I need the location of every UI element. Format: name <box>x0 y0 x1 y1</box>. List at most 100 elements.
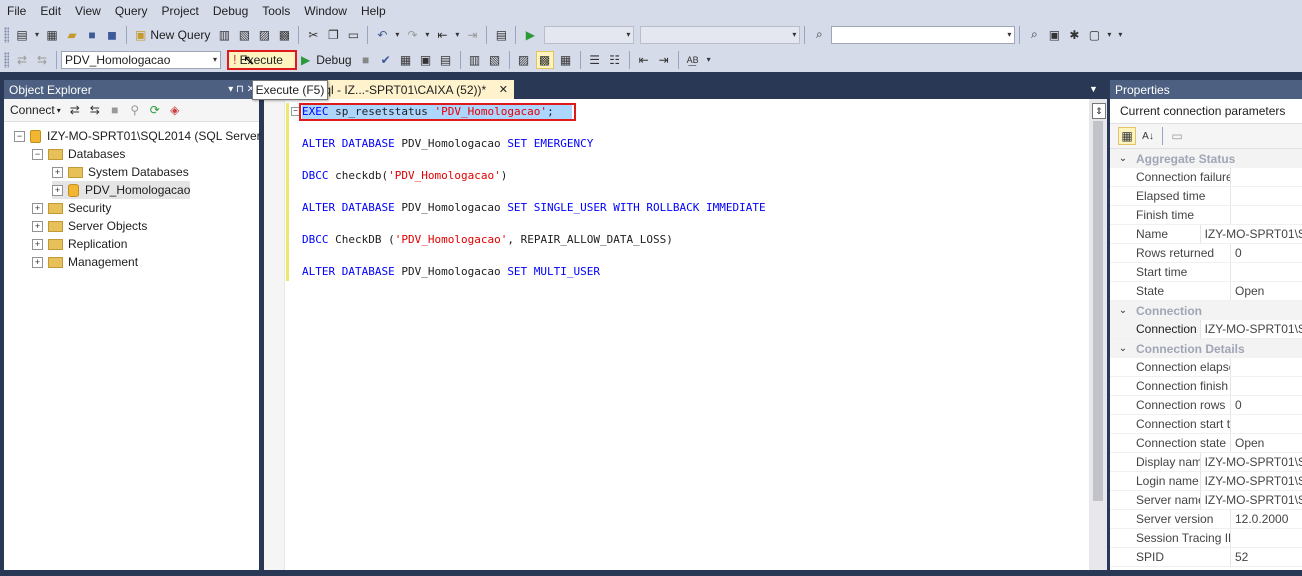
tree-node[interactable]: + Management <box>32 253 138 271</box>
property-value[interactable]: IZY-MO-SPRT01\SQL2014 <box>1201 227 1302 241</box>
available-databases-dropdown[interactable]: PDV_Homologacao ▾ <box>61 50 221 69</box>
redo-dropdown-icon[interactable]: ▾ <box>424 27 430 43</box>
property-row[interactable]: Server version 12.0.2000 <box>1110 510 1302 529</box>
find-in-files-icon[interactable]: ⌕ <box>811 27 827 43</box>
menu-view[interactable]: View <box>68 0 108 22</box>
menu-debug[interactable]: Debug <box>206 0 255 22</box>
property-row[interactable]: Login nameIZY-MO-SPRT01\SQL2014 <box>1110 472 1302 491</box>
query-document-tab[interactable]: .sql - IZ...-SPRT01\CAIXA (52))* ✕ <box>312 80 514 99</box>
property-value[interactable]: IZY-MO-SPRT01\SQL2014 <box>1201 474 1302 488</box>
expand-icon[interactable]: + <box>52 166 63 178</box>
property-category[interactable]: ⌄ Connection Details <box>1110 339 1302 358</box>
menu-file[interactable]: File <box>0 0 33 22</box>
property-row[interactable]: Connection elapsed <box>1110 358 1302 377</box>
xmla-query-icon[interactable]: ▩ <box>276 27 292 43</box>
chevron-down-icon[interactable]: ⌄ <box>1110 153 1136 164</box>
close-icon[interactable]: ✕ <box>499 83 508 96</box>
tree-node[interactable]: + Replication <box>32 235 127 253</box>
cut-icon[interactable]: ✂ <box>305 27 321 43</box>
expand-icon[interactable]: + <box>32 256 43 268</box>
property-row[interactable]: Finish time <box>1110 206 1302 225</box>
collapse-icon[interactable]: − <box>14 130 25 142</box>
property-row[interactable]: Session Tracing ID <box>1110 529 1302 548</box>
toolbar-grip[interactable] <box>4 51 9 68</box>
include-actual-plan-icon[interactable]: ▥ <box>467 52 483 68</box>
increase-indent-icon[interactable]: ⇥ <box>656 52 672 68</box>
expand-icon[interactable]: + <box>32 202 43 214</box>
save-icon[interactable]: ■ <box>84 27 100 43</box>
categorized-icon[interactable]: ▦ <box>1118 127 1136 145</box>
property-value[interactable]: Open <box>1231 284 1264 298</box>
property-row[interactable]: Connection state Open <box>1110 434 1302 453</box>
menu-tools[interactable]: Tools <box>255 0 297 22</box>
document-list-dropdown-icon[interactable]: ▼ <box>1089 84 1098 94</box>
disconnect-icon[interactable]: ⇆ <box>87 102 103 118</box>
tree-node[interactable]: + System Databases <box>52 163 189 181</box>
solution-config-dropdown[interactable]: ▾ <box>544 25 635 44</box>
comment-out-icon[interactable]: ☷ <box>607 52 623 68</box>
open-file-icon[interactable]: ▰ <box>64 27 80 43</box>
paste-icon[interactable]: ▭ <box>345 27 361 43</box>
tools-icon[interactable]: ✱ <box>1066 27 1082 43</box>
toolbar-options-icon[interactable]: ▾ <box>1116 27 1124 43</box>
tree-node[interactable]: + Server Objects <box>32 217 147 235</box>
registered-servers-icon[interactable]: ▣ <box>1046 27 1062 43</box>
property-row[interactable]: Display nameIZY-MO-SPRT01\SQL2014 <box>1110 453 1302 472</box>
cancel-query-icon[interactable]: ■ <box>358 52 374 68</box>
start-debugging-icon[interactable]: ▶ <box>522 27 538 43</box>
chevron-down-icon[interactable]: ⌄ <box>1110 343 1136 354</box>
property-value[interactable]: IZY-MO-SPRT01\SQL2014 <box>1201 455 1302 469</box>
database-engine-query-icon[interactable]: ▥ <box>216 27 232 43</box>
chevron-down-icon[interactable]: ⌄ <box>1110 305 1136 316</box>
property-row[interactable]: SPID 52 <box>1110 548 1302 567</box>
navigate-dropdown-icon[interactable]: ▾ <box>454 27 460 43</box>
activity-monitor-icon[interactable]: ◈ <box>167 102 183 118</box>
property-value[interactable]: 12.0.2000 <box>1231 512 1288 526</box>
property-value[interactable]: IZY-MO-SPRT01\SQL2014 <box>1201 322 1302 336</box>
property-pages-icon[interactable]: ▭ <box>1169 128 1185 144</box>
results-to-file-icon[interactable]: ☰ <box>587 52 603 68</box>
property-row[interactable]: Rows returned 0 <box>1110 244 1302 263</box>
new-query-button[interactable]: ▣ New Query <box>131 25 214 45</box>
navigate-forward-icon[interactable]: ⇥ <box>464 27 480 43</box>
scrollbar-thumb[interactable] <box>1093 121 1103 501</box>
results-to-grid-icon[interactable]: ▦ <box>558 52 574 68</box>
analysis-query-icon[interactable]: ▧ <box>236 27 252 43</box>
property-value[interactable]: 52 <box>1231 550 1248 564</box>
property-value[interactable]: Open <box>1231 436 1264 450</box>
execute-button[interactable]: ! Execute <box>227 49 297 70</box>
property-row[interactable]: Start time <box>1110 263 1302 282</box>
tree-node[interactable]: + PDV_Homologacao <box>52 181 191 199</box>
stop-icon[interactable]: ■ <box>107 102 123 118</box>
property-value[interactable]: 0 <box>1231 398 1242 412</box>
toolbar-options-icon[interactable]: ▾ <box>705 52 713 68</box>
property-row[interactable]: Connection finish <box>1110 377 1302 396</box>
find-icon[interactable]: ⌕ <box>1026 27 1042 43</box>
connect-button[interactable]: Connect ▾ <box>10 103 61 117</box>
client-statistics-icon[interactable]: ▨ <box>516 52 532 68</box>
find-combo[interactable]: ▾ <box>831 25 1016 44</box>
refresh-icon[interactable]: ⟳ <box>147 102 163 118</box>
copy-icon[interactable]: ❐ <box>325 27 341 43</box>
menu-help[interactable]: Help <box>354 0 393 22</box>
property-category[interactable]: ⌄ Connection <box>1110 301 1302 320</box>
intellisense-icon[interactable]: ▤ <box>438 52 454 68</box>
new-project-icon[interactable]: ▤ <box>14 27 30 43</box>
split-view-icon[interactable]: ⇕ <box>1092 103 1106 119</box>
solution-platform-dropdown[interactable]: ▾ <box>640 25 801 44</box>
window-icon[interactable]: ▢ <box>1086 27 1102 43</box>
navigate-back-icon[interactable]: ⇤ <box>434 27 450 43</box>
property-row[interactable]: Connection nameIZY-MO-SPRT01\SQL2014 <box>1110 320 1302 339</box>
expand-icon[interactable]: + <box>52 184 63 196</box>
display-estimated-plan-icon[interactable]: ▦ <box>398 52 414 68</box>
filter-icon[interactable]: ⚲ <box>127 102 143 118</box>
property-value[interactable]: IZY-MO-SPRT01\SQL2014 <box>1201 493 1302 507</box>
parse-icon[interactable]: ✔ <box>378 52 394 68</box>
property-row[interactable]: Connection failure <box>1110 168 1302 187</box>
results-to-text-icon[interactable]: ▩ <box>535 50 554 69</box>
activity-monitor-icon[interactable]: ▤ <box>493 27 509 43</box>
add-item-icon[interactable]: ▦ <box>44 27 60 43</box>
tree-node[interactable]: − Databases <box>32 145 125 163</box>
connect-icon[interactable]: ⇄ <box>14 52 30 68</box>
window-dropdown-icon[interactable]: ▾ <box>1106 27 1112 43</box>
